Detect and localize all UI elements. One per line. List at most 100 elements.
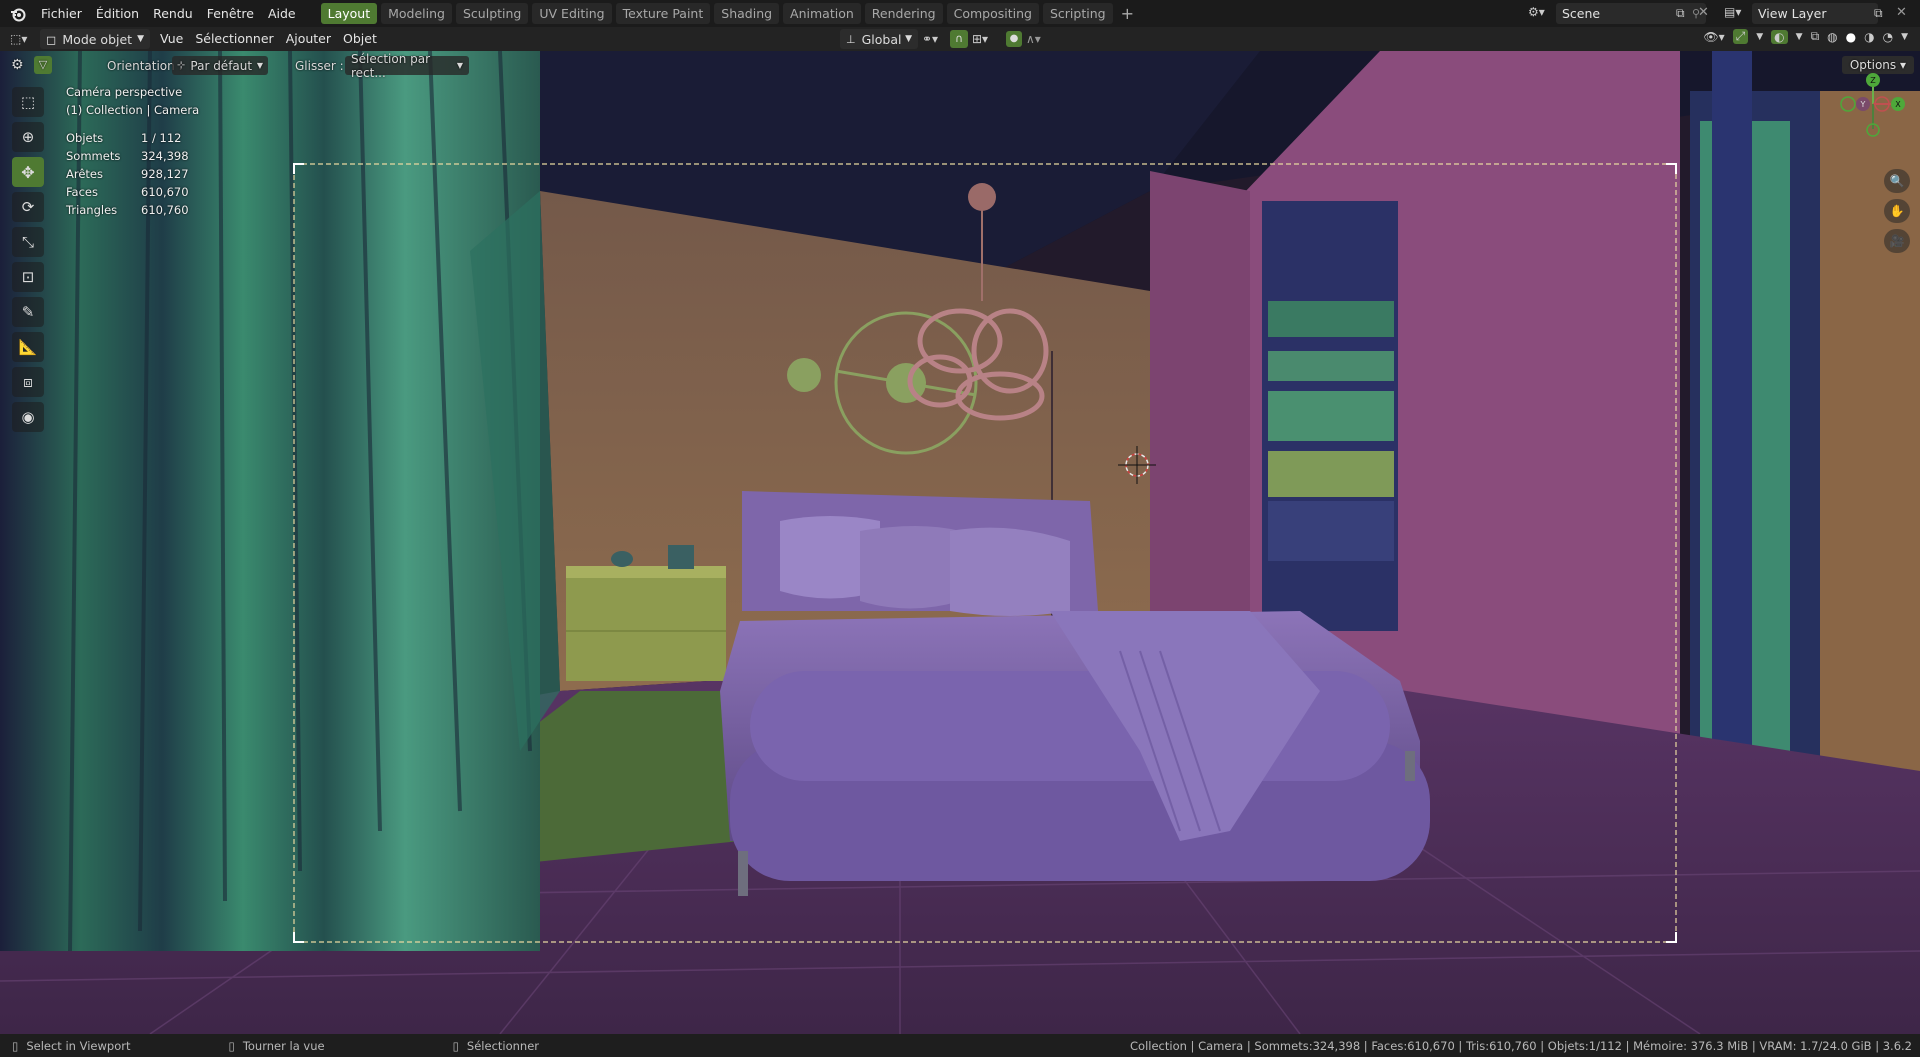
new-view-layer-icon[interactable]: ⧉ [1874,6,1883,21]
status-bar: ▯ Select in Viewport ▯ Tourner la vue ▯ … [0,1034,1920,1057]
xray-icon[interactable]: ⧉ [1811,29,1820,44]
gizmo-z-label: Z [1870,76,1876,85]
camera-view-tool[interactable]: ◉ [12,402,44,432]
camera-lens-icon: ◉ [21,408,35,426]
gizmo-neg-x-axis[interactable] [1840,96,1856,112]
measure-tool[interactable]: 📐 [12,332,44,362]
tab-sculpting[interactable]: Sculpting [456,3,529,24]
chevron-down-icon[interactable]: ▼ [1756,32,1763,42]
gizmo-toggle-icon[interactable]: ⤢ [1732,29,1749,44]
overlays-icon[interactable]: ◐ [1771,29,1788,44]
menu-file[interactable]: Fichier [34,0,89,27]
pivot-point-icon[interactable]: ⚭▾ [922,32,950,46]
3d-viewport[interactable]: ⚙ ▽ Orientation : ⊹ Par défaut ▼ Glisser… [0,51,1920,1034]
left-toolbar: ⬚ ⊕ ✥ ⟳ ⤡ ⊡ ✎ 📐 ⧈ ◉ [8,87,48,437]
chevron-down-icon: ▼ [456,61,463,70]
rotate-tool[interactable]: ⟳ [12,192,44,222]
camera-icon[interactable]: 🎥 [1884,229,1910,253]
rendered-shading-icon[interactable]: ◔ [1883,30,1893,44]
tool-options-bar: ⚙ ▽ Orientation : ⊹ Par défaut ▼ Glisser… [0,51,1920,81]
view-layer-selector-icon[interactable]: ▤▾ [1724,5,1741,19]
menu-window[interactable]: Fenêtre [200,0,261,27]
stat-vertices: Sommets 324,398 [66,147,199,165]
chevron-down-icon[interactable]: ▼ [1901,32,1908,42]
scene-name: Scene [1562,6,1601,21]
status-rotate: Tourner la vue [242,1038,325,1053]
stat-edges: Arêtes 928,127 [66,165,199,183]
drag-option-dropdown[interactable]: Sélection par rect... ▼ [345,52,469,80]
scene-selector-icon[interactable]: ⚙▾ [1528,5,1554,22]
mouse-right-icon: ▯ [452,1038,459,1053]
tab-layout[interactable]: Layout [320,3,378,24]
view-layer-field[interactable]: View Layer [1752,3,1878,24]
snap-target-icon[interactable]: ⊞▾ [972,32,1002,46]
blender-logo-icon[interactable] [10,6,26,22]
measure-icon: 📐 [18,338,38,356]
transform-icon: ⊡ [21,268,35,286]
stat-triangles: Triangles 610,760 [66,201,199,219]
menu-edit[interactable]: Édition [89,0,146,27]
tab-modeling[interactable]: Modeling [381,3,452,24]
delete-view-layer-icon[interactable]: ✕ [1896,5,1907,20]
tab-texture-paint[interactable]: Texture Paint [615,3,711,24]
stat-value: 324,398 [141,149,189,163]
editor-type-icon[interactable]: ⬚▾ [0,32,36,46]
transform-tool[interactable]: ⊡ [12,262,44,292]
menu-render[interactable]: Rendu [146,0,200,27]
scale-tool[interactable]: ⤡ [12,227,44,257]
scale-icon: ⤡ [21,233,34,251]
solid-shading-icon[interactable]: ● [1846,30,1856,44]
material-shading-icon[interactable]: ◑ [1864,30,1874,44]
orientation-label: Global [861,31,902,47]
proportional-edit-icon[interactable]: ● [1006,31,1022,47]
zoom-icon[interactable]: 🔍 [1884,169,1910,193]
menu-object[interactable]: Objet [337,27,383,51]
drag-option-label: Glisser : [295,59,344,73]
mouse-middle-icon: ▯ [228,1038,235,1053]
add-cube-tool[interactable]: ⧈ [12,367,44,397]
transform-orientation-dropdown[interactable]: ⊥ Global ▼ [840,29,918,49]
chevron-down-icon[interactable]: ▼ [1796,32,1803,42]
new-scene-icon[interactable]: ⧉ [1676,6,1685,21]
tab-shading[interactable]: Shading [714,3,780,24]
stat-value: 928,127 [141,167,189,181]
mode-label: Mode objet [62,31,133,47]
status-select: Select in Viewport [26,1038,131,1053]
tab-animation[interactable]: Animation [783,3,861,24]
tab-scripting[interactable]: Scripting [1042,3,1113,24]
tool-settings-icon[interactable]: ⚙ [11,57,24,73]
mode-dropdown[interactable]: ◻ Mode objet ▼ [40,29,150,49]
options-label: Options [1849,58,1897,72]
tab-uv-editing[interactable]: UV Editing [532,3,612,24]
viewport-display-controls: 👁▾ ⤢ ▼ ◐ ▼ ⧉ ◍ ● ◑ ◔ ▼ [1703,29,1908,44]
viewport-header: ⬚▾ ◻ Mode objet ▼ Vue Sélectionner Ajout… [0,27,1920,51]
visibility-icon[interactable]: 👁▾ [1703,30,1724,44]
add-workspace-button[interactable]: + [1117,3,1138,24]
stat-label: Sommets [66,149,121,163]
menu-view[interactable]: Vue [154,27,189,51]
main-menu: Fichier Édition Rendu Fenêtre Aide [34,0,303,27]
pan-hand-icon[interactable]: ✋ [1884,199,1910,223]
snap-icon[interactable]: ∩ [950,30,968,48]
menu-select[interactable]: Sélectionner [189,27,279,51]
annotate-tool[interactable]: ✎ [12,297,44,327]
view-layer-name: View Layer [1758,6,1827,21]
move-icon: ✥ [21,162,35,182]
tab-rendering[interactable]: Rendering [864,3,943,24]
cursor-tool[interactable]: ⊕ [12,122,44,152]
falloff-icon[interactable]: ∧▾ [1026,32,1056,46]
view-name: Caméra perspective [66,85,183,99]
delete-scene-icon[interactable]: ✕ [1698,5,1709,20]
wireframe-shading-icon[interactable]: ◍ [1827,30,1837,44]
select-box-tool[interactable]: ⬚ [12,87,44,117]
status-selection: Sélectionner [466,1038,540,1053]
viewport-stats: Caméra perspective (1) Collection | Came… [66,83,199,219]
navigation-gizmo[interactable]: Z Y X [1828,71,1918,151]
menu-add[interactable]: Ajouter [280,27,337,51]
tab-compositing[interactable]: Compositing [946,3,1039,24]
move-tool[interactable]: ✥ [12,157,44,187]
filter-icon[interactable]: ▽ [34,56,52,74]
active-collection: (1) Collection | Camera [66,103,200,117]
menu-help[interactable]: Aide [261,0,303,27]
orientation-option-dropdown[interactable]: ⊹ Par défaut ▼ [172,56,268,75]
